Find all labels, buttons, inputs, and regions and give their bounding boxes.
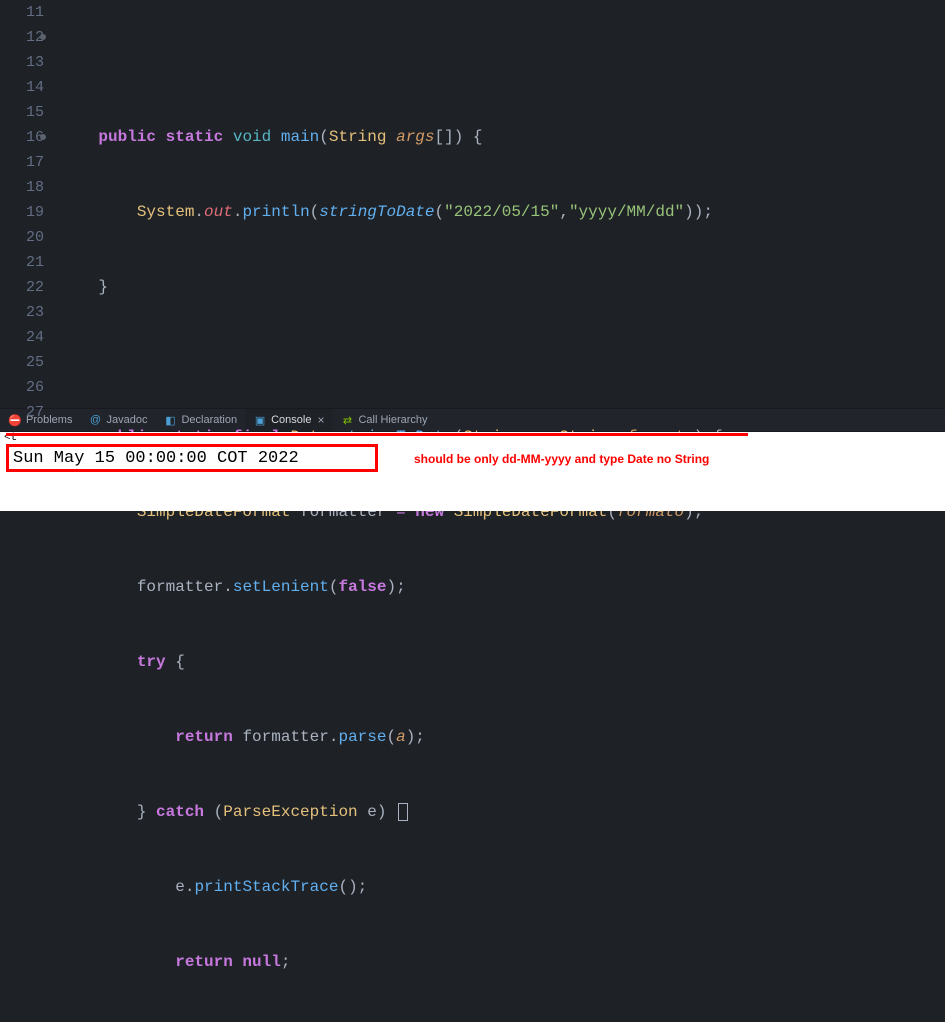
line-number: 27 <box>0 400 44 425</box>
line-number: 21 <box>0 250 44 275</box>
line-number: 22 <box>0 275 44 300</box>
code-line[interactable]: return null; <box>60 950 945 975</box>
code-line[interactable]: try { <box>60 650 945 675</box>
line-number: 26 <box>0 375 44 400</box>
user-annotation: should be only dd-MM-yyyy and type Date … <box>414 452 709 466</box>
line-number: 19 <box>0 200 44 225</box>
line-number: 20 <box>0 225 44 250</box>
console-output-highlight: Sun May 15 00:00:00 COT 2022 <box>6 444 378 472</box>
line-number: 25 <box>0 350 44 375</box>
console-panel[interactable]: <t Sun May 15 00:00:00 COT 2022 should b… <box>0 432 945 511</box>
line-number: 12 <box>0 25 44 50</box>
code-line[interactable] <box>60 50 945 75</box>
line-number: 16 <box>0 125 44 150</box>
code-content[interactable]: public static void main(String args[]) {… <box>52 0 945 408</box>
line-number: 23 <box>0 300 44 325</box>
console-output: Sun May 15 00:00:00 COT 2022 <box>13 449 299 468</box>
code-line[interactable]: public static void main(String args[]) { <box>60 125 945 150</box>
code-editor[interactable]: 11 12 13 14 15 16 17 18 19 20 21 22 23 2… <box>0 0 945 408</box>
line-number-gutter: 11 12 13 14 15 16 17 18 19 20 21 22 23 2… <box>0 0 52 408</box>
line-number: 14 <box>0 75 44 100</box>
code-line[interactable]: } catch (ParseException e) <box>60 800 945 825</box>
code-line[interactable]: System.out.println(stringToDate("2022/05… <box>60 200 945 225</box>
code-line[interactable]: formatter.setLenient(false); <box>60 575 945 600</box>
cursor-icon <box>398 803 408 821</box>
line-number: 11 <box>0 0 44 25</box>
code-line[interactable] <box>60 350 945 375</box>
code-line[interactable]: return formatter.parse(a); <box>60 725 945 750</box>
annotation-line <box>6 433 748 436</box>
line-number: 24 <box>0 325 44 350</box>
line-number: 13 <box>0 50 44 75</box>
code-line[interactable]: e.printStackTrace(); <box>60 875 945 900</box>
line-number: 18 <box>0 175 44 200</box>
line-number: 15 <box>0 100 44 125</box>
line-number: 17 <box>0 150 44 175</box>
code-line[interactable]: } <box>60 275 945 300</box>
